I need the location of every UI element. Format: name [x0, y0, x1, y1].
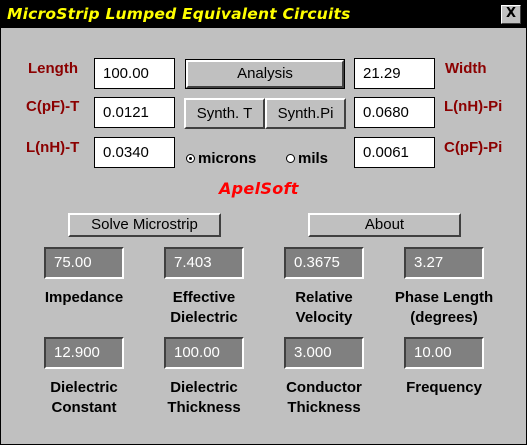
mils-label: mils	[298, 150, 329, 167]
title-bar: MicroStrip Lumped Equivalent Circuits X	[1, 1, 526, 28]
microns-radio[interactable]: microns	[186, 150, 256, 167]
c-t-label: C(pF)-T	[26, 98, 80, 115]
phase-length-caption: Phase Length (degrees)	[394, 289, 494, 326]
l-t-field[interactable]	[94, 137, 175, 168]
relative-velocity-caption: Relative Velocity	[295, 289, 353, 326]
analysis-button[interactable]: Analysis	[185, 59, 345, 89]
about-button[interactable]: About	[308, 213, 461, 237]
conductor-thickness-display: 3.000	[284, 337, 364, 369]
solve-microstrip-button[interactable]: Solve Microstrip	[68, 213, 221, 237]
length-label: Length	[28, 60, 78, 77]
apelsoft-logo: ApelSoft	[219, 179, 299, 198]
close-button[interactable]: X	[501, 5, 521, 24]
microns-label: microns	[198, 150, 257, 167]
width-label: Width	[445, 60, 487, 77]
width-field[interactable]	[354, 58, 435, 89]
synth-pi-button[interactable]: Synth.Pi	[265, 98, 346, 129]
window-title: MicroStrip Lumped Equivalent Circuits	[7, 5, 351, 23]
mils-radio[interactable]: mils	[286, 150, 328, 167]
frequency-caption: Frequency	[406, 379, 482, 396]
effective-dielectric-caption: Effective Dielectric	[170, 289, 238, 326]
synth-t-button[interactable]: Synth. T	[184, 98, 265, 129]
l-pi-label: L(nH)-Pi	[444, 98, 503, 115]
c-pi-field[interactable]	[354, 137, 435, 168]
frequency-display: 10.00	[404, 337, 484, 369]
impedance-caption: Impedance	[44, 289, 124, 306]
dielectric-thickness-display: 100.00	[164, 337, 244, 369]
radio-unselected-icon	[286, 154, 295, 163]
conductor-thickness-caption: Conductor Thickness	[286, 379, 362, 416]
l-t-label: L(nH)-T	[26, 139, 80, 156]
c-t-field[interactable]	[94, 97, 175, 128]
app-window: MicroStrip Lumped Equivalent Circuits X …	[0, 0, 527, 445]
relative-velocity-display: 0.3675	[284, 247, 364, 279]
dielectric-constant-display: 12.900	[44, 337, 124, 369]
impedance-display: 75.00	[44, 247, 124, 279]
length-field[interactable]	[94, 58, 175, 89]
phase-length-display: 3.27	[404, 247, 484, 279]
l-pi-field[interactable]	[354, 97, 435, 128]
effective-dielectric-display: 7.403	[164, 247, 244, 279]
radio-selected-icon	[186, 154, 195, 163]
c-pi-label: C(pF)-Pi	[444, 139, 503, 156]
dielectric-constant-caption: Dielectric Constant	[50, 379, 118, 416]
dielectric-thickness-caption: Dielectric Thickness	[167, 379, 241, 416]
